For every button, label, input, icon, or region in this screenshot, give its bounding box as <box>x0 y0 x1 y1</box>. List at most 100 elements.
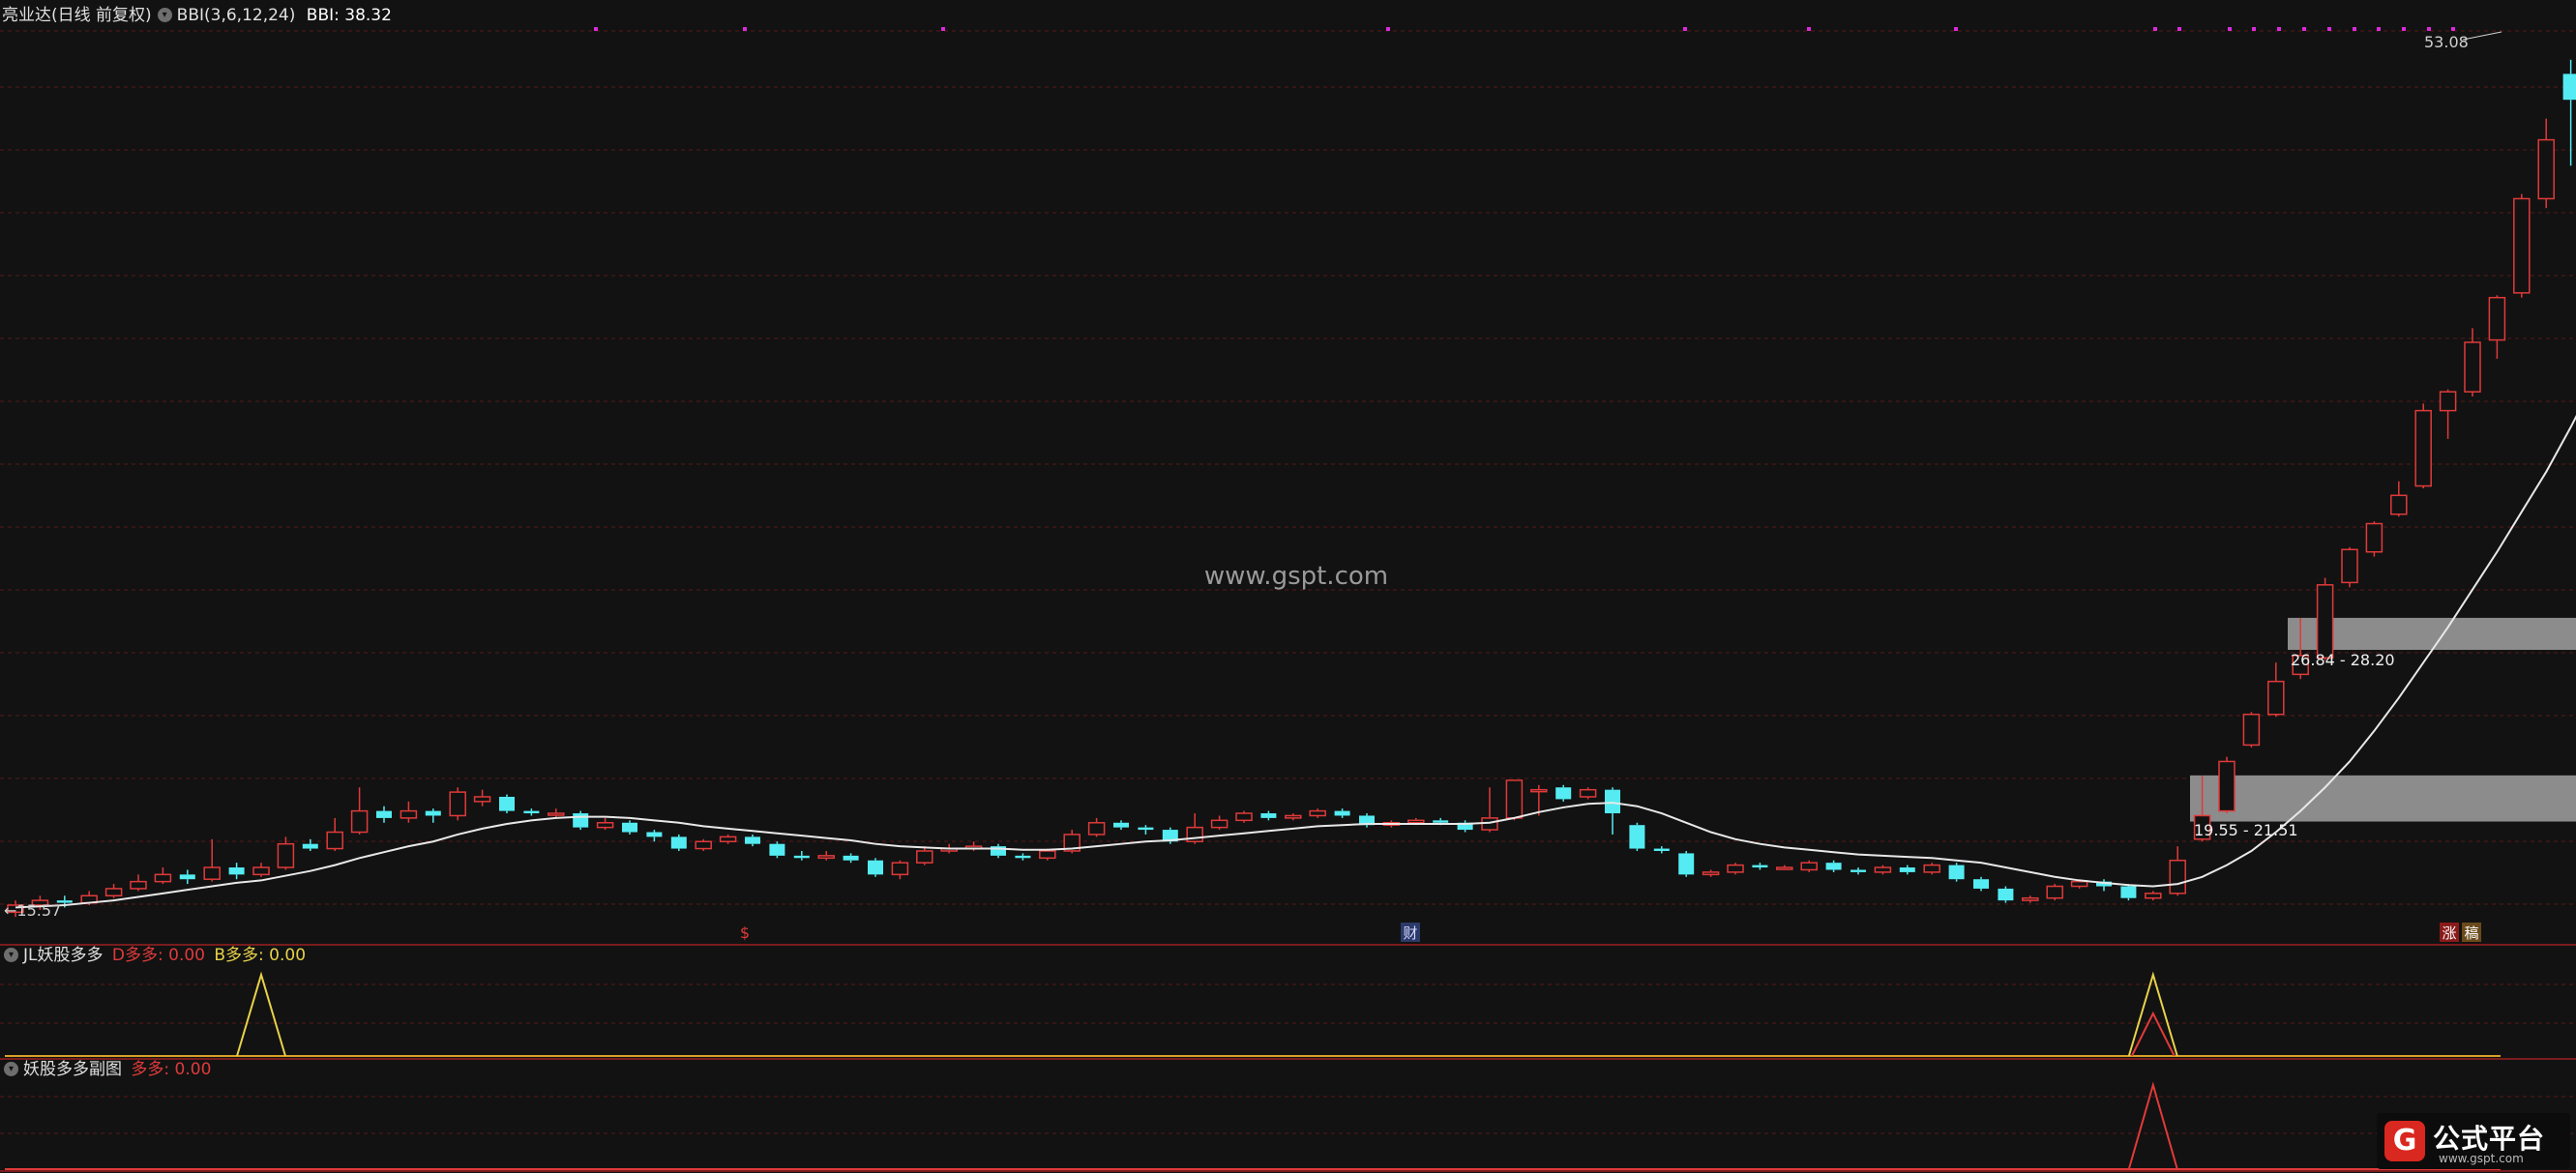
indicator-sub-panel <box>5 1081 2501 1170</box>
signal-marker <box>2252 27 2256 31</box>
candle <box>769 841 785 859</box>
annotations: ←15.57 53.08 19.55 - 21.51 26.84 - 28.20 $ 财 涨… <box>4 31 2502 942</box>
candle-body <box>2120 886 2137 898</box>
candle-body <box>1407 819 1425 824</box>
logo-name: 公式平台 <box>2433 1123 2546 1155</box>
signal-marker <box>2402 27 2406 31</box>
candle-body <box>1923 864 1940 873</box>
candle <box>2242 712 2261 748</box>
indicator-jl-panel <box>5 971 2501 1057</box>
bbi-line <box>15 415 2576 909</box>
candle <box>2365 521 2384 557</box>
candle <box>1138 825 1154 835</box>
candle <box>1210 815 1229 831</box>
chevron-down-icon[interactable]: ▾ <box>4 1061 18 1076</box>
candle <box>1359 813 1375 828</box>
candle-body <box>2464 341 2481 393</box>
candle <box>817 850 835 861</box>
candle <box>695 838 712 851</box>
candle <box>1727 863 1744 875</box>
candle-body <box>400 809 418 819</box>
candle-body <box>154 873 172 883</box>
candle-body <box>499 796 515 811</box>
candlestick-chart[interactable]: ←15.57 53.08 19.55 - 21.51 26.84 - 28.20 $ 财 涨… <box>0 0 2576 1173</box>
candle <box>2316 577 2334 660</box>
candle <box>154 867 172 885</box>
candle-body <box>228 867 245 875</box>
candle <box>1260 810 1277 821</box>
candle <box>376 806 392 823</box>
candle-body <box>1948 865 1965 880</box>
candle-body <box>350 809 369 834</box>
candle <box>670 834 687 851</box>
candle-body <box>2537 138 2555 200</box>
signal-marker <box>2177 27 2181 31</box>
candle-body <box>1605 789 1620 814</box>
candle <box>203 838 221 882</box>
candle <box>1505 779 1524 821</box>
candle <box>1899 865 1915 875</box>
candle <box>2537 118 2555 209</box>
zone-1 <box>2190 775 2576 822</box>
candle-body <box>1309 809 1326 817</box>
signal-marker <box>2327 27 2331 31</box>
candle-body <box>1433 820 1449 823</box>
candle <box>179 869 195 885</box>
chevron-down-icon[interactable]: ▾ <box>157 7 172 22</box>
chevron-down-icon[interactable]: ▾ <box>4 947 18 962</box>
candle-body <box>2145 893 2162 899</box>
candle-body <box>2341 548 2358 584</box>
candle-body <box>2218 760 2235 812</box>
candle <box>1113 820 1129 831</box>
candle <box>1973 876 1989 892</box>
candle-body <box>2169 859 2186 894</box>
candle <box>326 817 343 851</box>
signal-marker <box>743 27 747 31</box>
candle <box>1923 863 1940 875</box>
signal-marker <box>594 27 598 31</box>
candle-body <box>1210 819 1229 829</box>
candle-body <box>1235 812 1253 822</box>
indicator1-name[interactable]: JL妖股多多 <box>23 946 104 965</box>
candle-body <box>1825 863 1842 870</box>
bbi-params: BBI(3,6,12,24) <box>176 6 296 25</box>
candle-body <box>2439 391 2457 412</box>
candle <box>2096 879 2112 892</box>
candle-body <box>1505 779 1524 819</box>
candle-body <box>2316 584 2334 660</box>
high-price-pointer <box>2462 31 2502 41</box>
d-duoduo-peak <box>2130 1011 2176 1057</box>
candle-body <box>1039 850 1056 860</box>
indicator2-name[interactable]: 妖股多多副图 <box>23 1060 122 1079</box>
candle <box>745 834 760 847</box>
candle <box>548 808 565 818</box>
candle <box>2341 546 2358 588</box>
candle <box>1874 865 1892 875</box>
chart-header: 亮业达(日线 前复权) ▾ BBI(3,6,12,24) BBI: 38.32 <box>2 6 392 25</box>
brand-logo[interactable]: G 公式平台 www.gspt.com <box>2377 1113 2570 1169</box>
candle <box>1481 787 1498 833</box>
candle <box>596 817 614 831</box>
candle <box>523 808 540 816</box>
candle <box>793 850 810 861</box>
candle-body <box>2070 880 2088 888</box>
candle-body <box>793 855 810 859</box>
candle-body <box>326 831 343 850</box>
candle-body <box>2390 494 2408 515</box>
stock-title[interactable]: 亮业达(日线 前复权) <box>2 6 152 25</box>
candle <box>473 789 491 806</box>
indicator1-b-label: B多多: 0.00 <box>214 946 307 965</box>
candle <box>1605 787 1620 835</box>
candle-body <box>1899 867 1915 872</box>
candle-body <box>252 866 270 876</box>
candle <box>1334 808 1350 818</box>
candle <box>449 787 466 821</box>
candle <box>2488 295 2506 360</box>
candle-body <box>1973 879 1989 889</box>
signal-marker <box>1954 27 1958 31</box>
candle-body <box>1851 869 1866 872</box>
candle-body <box>1776 866 1793 870</box>
signal-marker <box>2427 27 2431 31</box>
candle-body <box>1579 788 1597 798</box>
candle <box>1015 853 1031 861</box>
